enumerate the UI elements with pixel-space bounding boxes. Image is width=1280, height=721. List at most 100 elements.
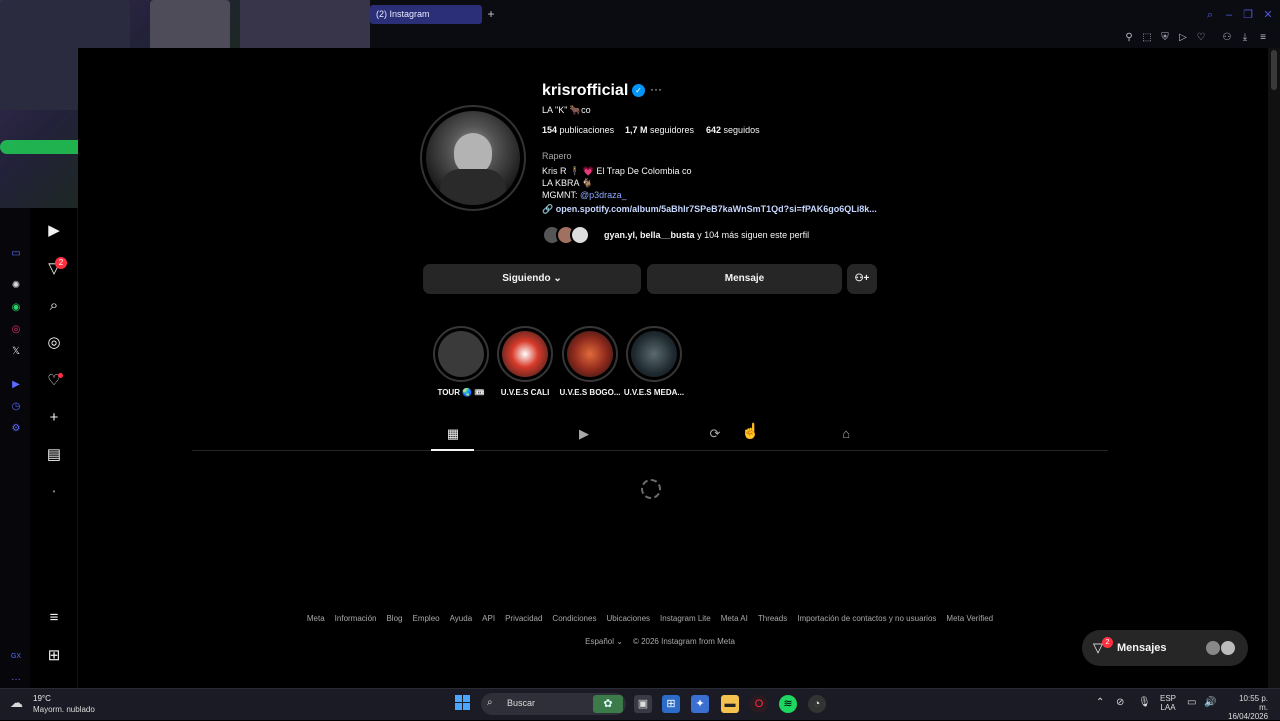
- close-window-icon[interactable]: ✕: [1261, 8, 1275, 22]
- menu-icon[interactable]: ≡: [1256, 31, 1270, 45]
- weather-temp[interactable]: 19°C: [33, 694, 51, 703]
- profile-tagline: LA "K" 🐂co: [542, 105, 591, 115]
- highlight-uves-bogota[interactable]: [562, 326, 618, 382]
- followers-stat[interactable]: 1,7 M seguidores: [625, 125, 694, 135]
- windows-start-icon[interactable]: [455, 695, 471, 711]
- dashboard-nav-icon[interactable]: ▤: [44, 445, 64, 465]
- more-menu-icon[interactable]: ≡: [44, 608, 64, 628]
- task-view-icon[interactable]: ▣: [634, 695, 652, 713]
- scrollbar-thumb[interactable]: [1271, 50, 1277, 90]
- highlight-tour[interactable]: [433, 326, 489, 382]
- also-from-meta-icon[interactable]: ⊞: [44, 646, 64, 666]
- monitor-icon[interactable]: ▭: [1187, 697, 1196, 708]
- play-icon[interactable]: ▷: [1176, 31, 1190, 45]
- tray-expand-icon[interactable]: ⌃: [1096, 697, 1104, 708]
- create-nav-icon[interactable]: +: [44, 408, 64, 428]
- search-tabs-icon[interactable]: ⌕: [1203, 8, 1217, 22]
- microphone-icon[interactable]: 🎙: [1138, 697, 1151, 708]
- following-button[interactable]: Siguiendo ⌄: [423, 264, 641, 294]
- message-button[interactable]: Mensaje: [647, 264, 842, 294]
- store-icon[interactable]: ⊞: [662, 695, 680, 713]
- shield-icon[interactable]: ⛨: [1158, 31, 1172, 45]
- suggest-button[interactable]: ⚇+: [847, 264, 877, 294]
- heart-toolbar-icon[interactable]: ♡: [1194, 31, 1208, 45]
- footer-link[interactable]: Ayuda: [450, 614, 473, 623]
- followed-by-avatars[interactable]: [542, 225, 602, 245]
- history-icon[interactable]: ◷: [8, 399, 24, 415]
- browser-tab-bar: [370, 0, 1280, 30]
- app-icon[interactable]: ◔: [808, 695, 826, 713]
- footer-link[interactable]: Instagram Lite: [660, 614, 711, 623]
- explore-nav-icon[interactable]: ◎: [44, 333, 64, 353]
- nav-notification-badge: 2: [55, 257, 67, 269]
- pin-icon[interactable]: ⚲: [1122, 31, 1136, 45]
- profile-options-button[interactable]: ···: [650, 82, 662, 96]
- posts-grid-tab-icon[interactable]: ▦: [444, 425, 462, 443]
- more-dots-icon[interactable]: …: [8, 670, 24, 686]
- bio-line-3: MGMNT: @p3draza_: [542, 190, 627, 200]
- weather-cloud-icon[interactable]: ☁: [10, 695, 30, 711]
- reposts-tab-icon[interactable]: ⟳: [706, 425, 724, 443]
- highlight-label: U.V.E.S BOGO...: [559, 388, 621, 397]
- footer-link[interactable]: Meta Verified: [946, 614, 993, 623]
- mention-link[interactable]: @p3draza_: [580, 190, 627, 200]
- footer-link[interactable]: Importación de contactos y no usuarios: [797, 614, 936, 623]
- highlight-uves-medellin[interactable]: [626, 326, 682, 382]
- tab-instagram[interactable]: (2) Instagram: [370, 5, 482, 24]
- tabs-divider: [192, 450, 1108, 451]
- profile-link[interactable]: 🔗 open.spotify.com/album/5aBhlr7SPeB7kaW…: [542, 204, 877, 215]
- mouse-cursor-icon: ☝: [741, 423, 760, 440]
- weather-description[interactable]: Mayorm. nublado: [33, 705, 95, 714]
- followed-by-text[interactable]: gyan.yl, bella__busta y 104 más siguen e…: [604, 230, 809, 240]
- chatgpt-icon[interactable]: ✺: [8, 278, 24, 294]
- tagged-tab-icon[interactable]: ⌂: [837, 425, 855, 443]
- tray-network-icon[interactable]: ⊘: [1116, 697, 1124, 708]
- profile-category: Rapero: [542, 151, 572, 161]
- reels-tab-icon[interactable]: ▶: [575, 425, 593, 443]
- footer-link[interactable]: Empleo: [412, 614, 439, 623]
- volume-icon[interactable]: 🔊: [1204, 697, 1216, 708]
- loading-spinner: [641, 479, 661, 499]
- language-indicator[interactable]: ESP LAA: [1160, 694, 1176, 712]
- profile-avatar[interactable]: [426, 111, 520, 205]
- snapshot-icon[interactable]: ⬚: [1140, 31, 1154, 45]
- scrollbar[interactable]: [1268, 48, 1280, 688]
- footer-link[interactable]: Información: [335, 614, 377, 623]
- copilot-icon[interactable]: ✦: [691, 695, 709, 713]
- settings-icon[interactable]: ⚙: [8, 421, 24, 437]
- footer-link[interactable]: Meta: [307, 614, 325, 623]
- restore-icon[interactable]: ❐: [1241, 8, 1255, 22]
- opera-gx-icon[interactable]: O: [750, 695, 768, 713]
- footer-link[interactable]: Blog: [386, 614, 402, 623]
- footer-link[interactable]: Condiciones: [552, 614, 596, 623]
- download-icon[interactable]: ⤓: [1238, 31, 1252, 45]
- reels-nav-icon[interactable]: ▶: [44, 221, 64, 241]
- search-nav-icon[interactable]: ⌕: [44, 296, 64, 316]
- whatsapp-icon[interactable]: ◉: [8, 300, 24, 316]
- language-select[interactable]: Español ⌄: [585, 637, 623, 646]
- profile-username: krisrofficial: [542, 82, 629, 99]
- footer-link[interactable]: Ubicaciones: [606, 614, 650, 623]
- spotify-icon[interactable]: ≋: [779, 695, 797, 713]
- minimize-icon[interactable]: –: [1222, 8, 1236, 22]
- active-tab-indicator: [431, 449, 474, 451]
- bio-line-1: Kris R 🕴 💗 El Trap De Colombia co: [542, 166, 692, 176]
- threads-dot-icon[interactable]: •: [44, 482, 64, 502]
- following-stat[interactable]: 642 seguidos: [706, 125, 760, 135]
- taskbar-clock[interactable]: 10:55 p. m. 16/04/2026: [1228, 694, 1268, 721]
- instagram-icon[interactable]: ◎: [8, 322, 24, 338]
- footer-links: Meta Información Blog Empleo Ayuda API P…: [300, 614, 1000, 623]
- footer-link[interactable]: Privacidad: [505, 614, 542, 623]
- new-tab-button[interactable]: +: [484, 7, 498, 21]
- footer-link[interactable]: Threads: [758, 614, 787, 623]
- gx-control-icon[interactable]: ▭: [8, 246, 24, 262]
- x-twitter-icon[interactable]: 𝕏: [8, 344, 24, 360]
- messages-label: Mensajes: [1117, 642, 1167, 654]
- file-explorer-icon[interactable]: ▬: [721, 695, 739, 713]
- footer-link[interactable]: Meta AI: [721, 614, 748, 623]
- player-icon[interactable]: ▶: [8, 377, 24, 393]
- highlight-label: U.V.E.S MEDA...: [623, 388, 685, 397]
- account-icon[interactable]: ⚇: [1220, 31, 1234, 45]
- highlight-uves-cali[interactable]: [497, 326, 553, 382]
- footer-link[interactable]: API: [482, 614, 495, 623]
